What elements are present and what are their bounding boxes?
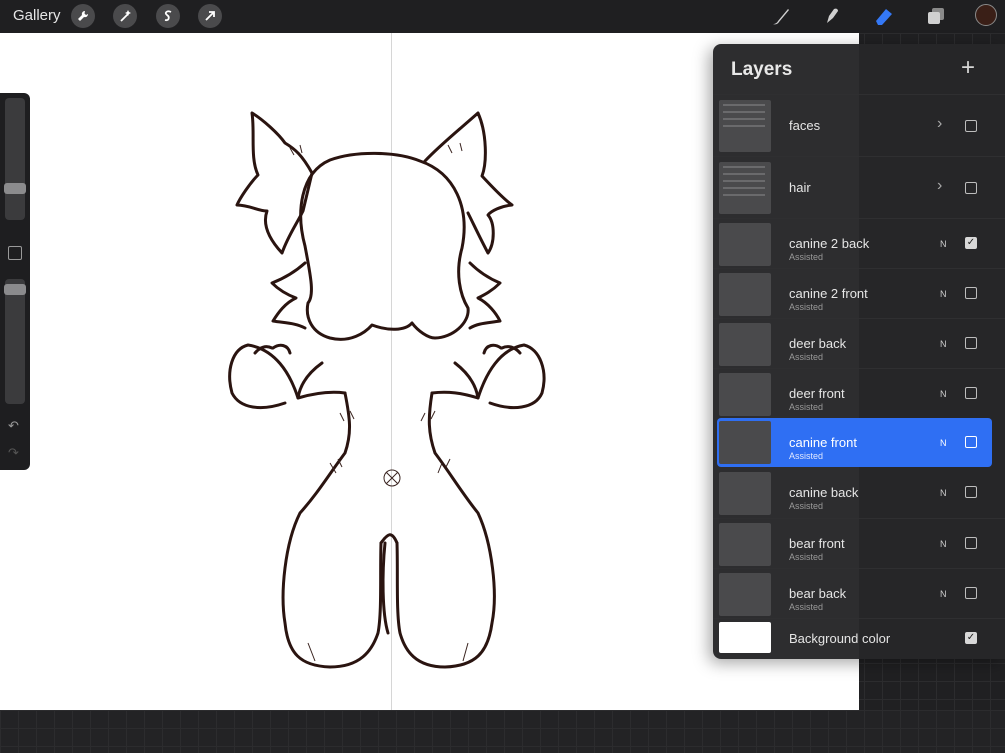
layer-thumbnail	[719, 162, 771, 214]
layer-subtitle: Assisted	[789, 252, 824, 262]
opacity-thumb[interactable]	[4, 284, 26, 295]
visibility-checkbox[interactable]	[965, 537, 977, 549]
layer-bear-front[interactable]: bear front Assisted N	[713, 518, 1005, 568]
layer-name: hair	[789, 180, 811, 195]
layer-name: deer front	[789, 386, 845, 401]
layer-thumbnail	[719, 323, 771, 366]
layer-name: canine back	[789, 485, 859, 500]
layer-deer-back[interactable]: deer back Assisted N	[713, 318, 1005, 368]
layers-panel: Layers + faces › hair › canine 2 back As…	[713, 44, 1005, 659]
layer-subtitle: Assisted	[789, 352, 824, 362]
blend-mode[interactable]: N	[940, 438, 947, 448]
top-toolbar: Gallery	[0, 0, 1005, 33]
layer-thumbnail	[719, 373, 771, 416]
layer-name: Background color	[789, 631, 891, 646]
eraser-icon[interactable]	[873, 5, 895, 27]
color-swatch[interactable]	[975, 4, 997, 26]
left-sidebar: ↶ ↷	[0, 93, 30, 470]
gallery-button[interactable]: Gallery	[13, 7, 61, 24]
panel-title: Layers	[731, 59, 793, 80]
visibility-checkbox[interactable]: ✓	[965, 632, 977, 644]
transform-arrow-icon[interactable]	[198, 4, 222, 28]
visibility-checkbox[interactable]	[965, 120, 977, 132]
visibility-checkbox[interactable]	[965, 182, 977, 194]
layer-subtitle: Assisted	[789, 501, 824, 511]
redo-icon[interactable]: ↷	[8, 445, 19, 461]
modify-button[interactable]	[8, 246, 22, 260]
undo-icon[interactable]: ↶	[8, 418, 19, 434]
layer-canine-2-front[interactable]: canine 2 front Assisted N	[713, 268, 1005, 318]
layer-bear-back[interactable]: bear back Assisted N	[713, 568, 1005, 618]
layers-icon[interactable]	[925, 5, 947, 27]
layer-group-faces[interactable]: faces ›	[713, 94, 1005, 156]
blend-mode[interactable]: N	[940, 539, 947, 549]
layer-thumbnail	[719, 421, 771, 464]
visibility-checkbox[interactable]	[965, 387, 977, 399]
layer-subtitle: Assisted	[789, 451, 824, 461]
layer-thumbnail	[719, 472, 771, 515]
layer-canine-front[interactable]: canine front Assisted N	[717, 418, 992, 467]
opacity-slider[interactable]	[5, 279, 25, 404]
visibility-checkbox[interactable]	[965, 287, 977, 299]
layer-canine-back[interactable]: canine back Assisted N	[713, 468, 1005, 518]
brush-size-slider[interactable]	[5, 98, 25, 220]
smudge-icon[interactable]	[821, 5, 843, 27]
chevron-right-icon[interactable]: ›	[937, 177, 942, 195]
bottom-strip	[0, 710, 1005, 753]
layer-name: canine front	[789, 435, 857, 450]
visibility-checkbox[interactable]: ✓	[965, 237, 977, 249]
layer-canine-2-back[interactable]: canine 2 back Assisted N ✓	[713, 218, 1005, 268]
brush-size-thumb[interactable]	[4, 183, 26, 194]
blend-mode[interactable]: N	[940, 488, 947, 498]
blend-mode[interactable]: N	[940, 339, 947, 349]
layer-thumbnail	[719, 223, 771, 266]
selection-icon[interactable]	[156, 4, 180, 28]
layer-group-hair[interactable]: hair ›	[713, 156, 1005, 218]
visibility-checkbox[interactable]	[965, 486, 977, 498]
layer-name: bear front	[789, 536, 845, 551]
layer-thumbnail	[719, 573, 771, 616]
layer-subtitle: Assisted	[789, 402, 824, 412]
layer-name: bear back	[789, 586, 847, 601]
brush-icon[interactable]	[770, 5, 792, 27]
blend-mode[interactable]: N	[940, 239, 947, 249]
layer-thumbnail	[719, 523, 771, 566]
blend-mode[interactable]: N	[940, 289, 947, 299]
background-thumbnail	[719, 622, 771, 653]
layer-subtitle: Assisted	[789, 552, 824, 562]
visibility-checkbox[interactable]	[965, 436, 977, 448]
layer-name: faces	[789, 118, 821, 133]
layer-name: deer back	[789, 336, 847, 351]
magic-wand-icon[interactable]	[113, 4, 137, 28]
layer-name: canine 2 back	[789, 236, 870, 251]
layer-deer-front[interactable]: deer front Assisted N	[713, 368, 1005, 418]
wrench-icon[interactable]	[71, 4, 95, 28]
blend-mode[interactable]: N	[940, 589, 947, 599]
layer-thumbnail	[719, 273, 771, 316]
visibility-checkbox[interactable]	[965, 337, 977, 349]
layer-background-color[interactable]: Background color ✓	[713, 618, 1005, 659]
blend-mode[interactable]: N	[940, 389, 947, 399]
layer-name: canine 2 front	[789, 286, 868, 301]
add-layer-button[interactable]: +	[961, 56, 975, 80]
visibility-checkbox[interactable]	[965, 587, 977, 599]
chevron-right-icon[interactable]: ›	[937, 115, 942, 133]
layer-thumbnail	[719, 100, 771, 152]
layer-subtitle: Assisted	[789, 302, 824, 312]
layer-subtitle: Assisted	[789, 602, 824, 612]
